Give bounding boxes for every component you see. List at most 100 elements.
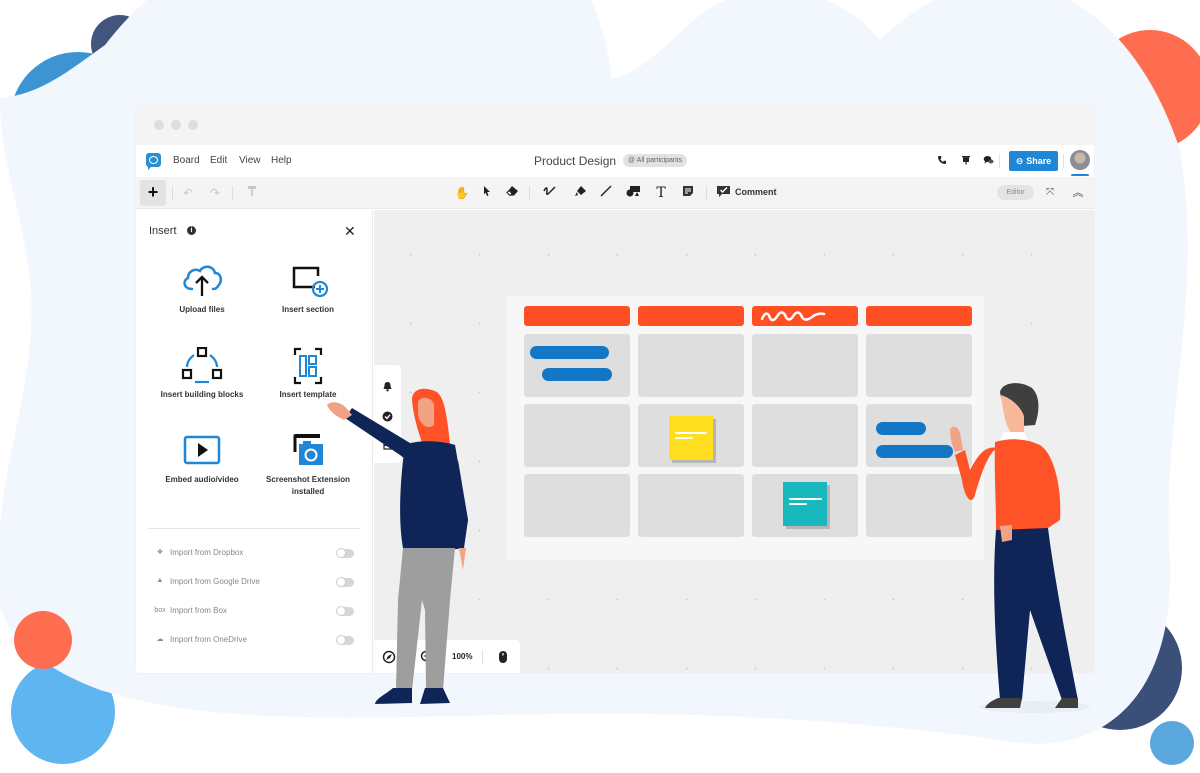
list-icon[interactable]	[382, 439, 393, 450]
column-header-4[interactable]	[866, 306, 972, 326]
fullscreen-icon[interactable]: ⤧	[1042, 185, 1058, 201]
board-cell[interactable]	[752, 334, 858, 397]
compass-icon[interactable]	[382, 650, 396, 664]
comment-icon[interactable]	[715, 185, 731, 201]
column-header-1[interactable]	[524, 306, 630, 326]
app-logo-icon[interactable]	[146, 153, 161, 170]
sticky-note-icon[interactable]	[680, 185, 696, 201]
header-separator-2	[1063, 154, 1064, 168]
participants-badge[interactable]: @ All participants	[623, 154, 688, 167]
bell-icon[interactable]	[382, 381, 393, 392]
eraser-icon[interactable]	[504, 185, 520, 201]
import-label: Import from Google Drive	[170, 577, 260, 586]
user-avatar[interactable]	[1070, 150, 1090, 170]
window-dot-3[interactable]	[188, 120, 198, 130]
close-icon[interactable]: ✕	[344, 223, 356, 240]
board-cell[interactable]	[866, 334, 972, 397]
share-label: Share	[1026, 156, 1052, 166]
tile-insert-template[interactable]: Insert template	[253, 347, 363, 427]
menu-board[interactable]: Board	[173, 155, 200, 166]
sticky-note-teal[interactable]	[783, 482, 827, 526]
import-label: Import from OneDrive	[170, 635, 247, 644]
collapse-icon[interactable]: ︽	[1070, 185, 1086, 201]
column-header-2[interactable]	[638, 306, 744, 326]
board-cell[interactable]	[638, 474, 744, 537]
tile-insert-building-blocks[interactable]: Insert building blocks	[147, 347, 257, 427]
sticky-note-yellow[interactable]	[669, 416, 713, 460]
tile-label: Insert section	[281, 305, 334, 314]
tile-embed-audio-video[interactable]: Embed audio/video	[147, 432, 257, 512]
menu-view[interactable]: View	[239, 155, 261, 166]
info-icon[interactable]: i	[187, 226, 196, 235]
pen-icon[interactable]	[542, 185, 558, 201]
board-canvas[interactable]: 100%	[374, 210, 1094, 673]
zoom-level[interactable]: 100%	[452, 652, 472, 661]
canvas-side-toolbar	[374, 365, 401, 463]
tile-screenshot-extension[interactable]: Screenshot Extension installed	[253, 432, 363, 512]
share-button[interactable]: ⊖ Share	[1009, 151, 1058, 171]
import-box-row[interactable]: box Import from Box	[154, 604, 359, 620]
card-bar[interactable]	[530, 346, 609, 359]
window-dot-2[interactable]	[171, 120, 181, 130]
board-cell[interactable]	[866, 404, 972, 467]
check-circle-icon[interactable]	[382, 411, 393, 422]
undo-icon[interactable]: ↶	[180, 185, 196, 201]
import-box-toggle[interactable]	[336, 606, 354, 616]
hand-icon[interactable]: ✋	[454, 185, 470, 201]
mouse-icon[interactable]	[496, 650, 510, 664]
pointer-icon[interactable]	[479, 185, 495, 201]
highlighter-icon[interactable]	[572, 185, 588, 201]
building-blocks-icon	[181, 347, 223, 384]
link-icon: ⊖	[1015, 156, 1024, 166]
shapes-icon[interactable]	[625, 185, 641, 201]
presentation-icon[interactable]	[960, 155, 972, 167]
bottom-bar-separator	[482, 650, 483, 664]
import-onedrive-row[interactable]: ☁ Import from OneDrive	[154, 633, 359, 649]
text-icon[interactable]: T	[653, 185, 669, 201]
board-cell[interactable]	[866, 474, 972, 537]
tile-label: Insert template	[279, 390, 337, 399]
add-button[interactable]: +	[140, 180, 166, 206]
tile-upload-files[interactable]: Upload files	[147, 262, 257, 342]
board-cell[interactable]	[524, 474, 630, 537]
board-cell[interactable]	[524, 404, 630, 467]
toolbar-separator	[172, 186, 173, 200]
import-dropbox-toggle[interactable]	[336, 548, 354, 558]
tile-label: Embed audio/video	[165, 475, 239, 484]
box-icon: box	[154, 607, 166, 614]
sticky-line	[789, 503, 807, 505]
comment-button[interactable]: Comment	[735, 187, 777, 197]
screenshot-camera-icon	[293, 434, 323, 465]
menu-edit[interactable]: Edit	[210, 155, 227, 166]
board-cell[interactable]	[752, 474, 858, 537]
card-bar[interactable]	[542, 368, 612, 381]
redo-icon[interactable]: ↷	[207, 185, 223, 201]
import-google-drive-row[interactable]: ▲ Import from Google Drive	[154, 575, 359, 591]
board-cell[interactable]	[752, 404, 858, 467]
window-dot-1[interactable]	[154, 120, 164, 130]
mode-badge[interactable]: Editor	[997, 185, 1034, 200]
board-title[interactable]: Product Design	[534, 154, 616, 168]
phone-icon[interactable]	[936, 155, 948, 167]
menu-help[interactable]: Help	[271, 155, 292, 166]
chat-icon[interactable]	[982, 155, 994, 167]
board-cell[interactable]	[638, 334, 744, 397]
cloud-upload-icon	[183, 265, 223, 296]
line-icon[interactable]	[598, 185, 614, 201]
zoom-in-icon[interactable]	[420, 650, 434, 664]
column-header-3[interactable]	[752, 306, 858, 326]
tile-insert-section[interactable]: Insert section	[253, 262, 363, 342]
import-google-drive-toggle[interactable]	[336, 577, 354, 587]
card-bar[interactable]	[876, 422, 926, 435]
card-bar[interactable]	[876, 445, 953, 458]
board-cell[interactable]	[638, 404, 744, 467]
sticky-line	[675, 437, 693, 439]
paint-roller-icon[interactable]	[244, 185, 260, 201]
dropbox-icon: ❖	[156, 549, 164, 556]
insert-panel: Insert i ✕ Upload files Insert section I…	[136, 210, 373, 673]
toolbar-separator	[232, 186, 233, 200]
import-dropbox-row[interactable]: ❖ Import from Dropbox	[154, 546, 359, 562]
board-cell[interactable]	[524, 334, 630, 397]
onedrive-icon: ☁	[156, 636, 164, 643]
import-onedrive-toggle[interactable]	[336, 635, 354, 645]
